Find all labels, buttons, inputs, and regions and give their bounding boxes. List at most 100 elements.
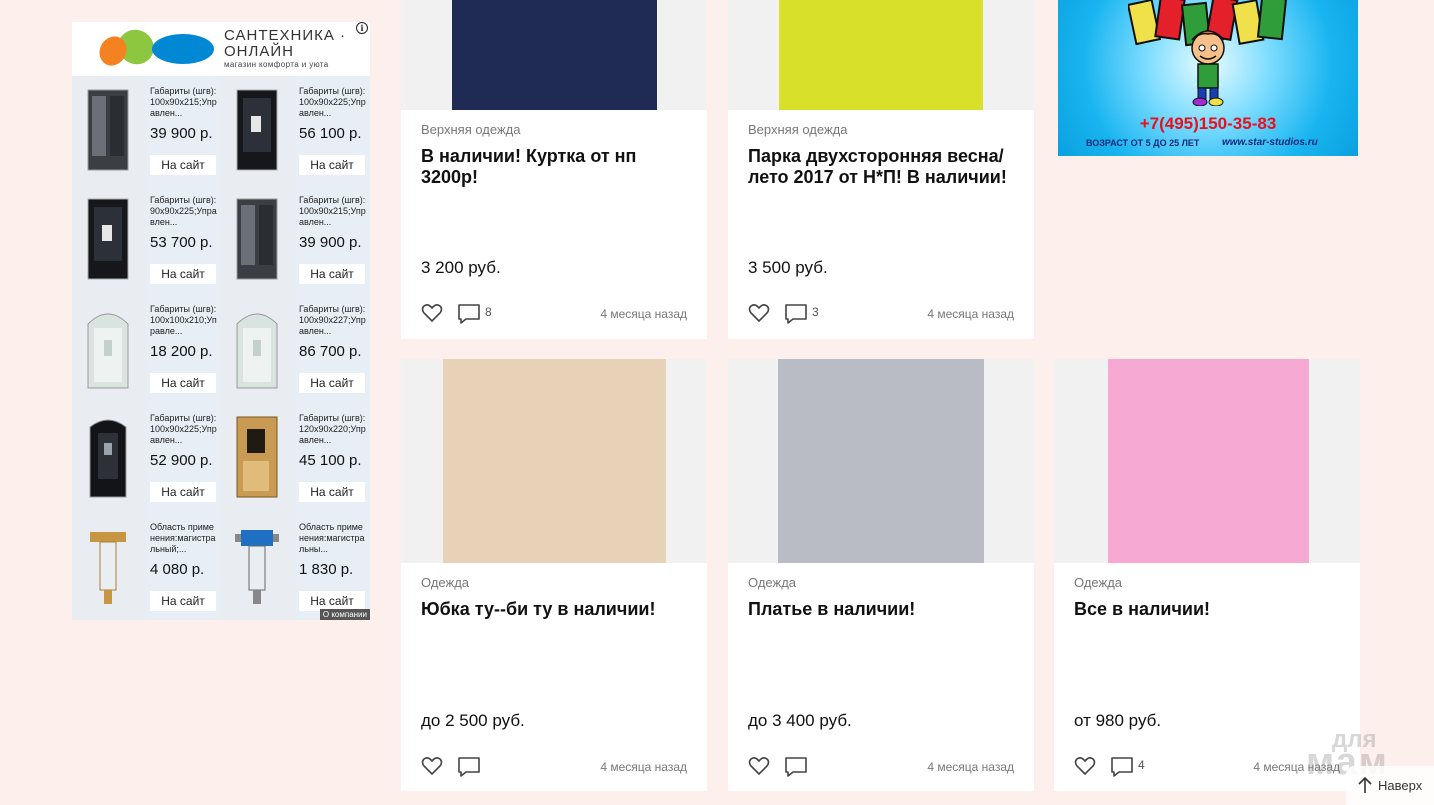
card-image[interactable] — [1054, 359, 1360, 563]
heart-icon[interactable] — [1074, 755, 1096, 777]
card-category[interactable]: Верхняя одежда — [421, 122, 520, 137]
ad-info-icon[interactable]: i — [356, 22, 368, 34]
comment-icon[interactable] — [457, 756, 481, 778]
ad-go-to-site-button[interactable]: На сайт — [150, 591, 216, 611]
ad-product-image[interactable] — [221, 185, 295, 294]
ad-product[interactable]: Габариты (шгв):100x90x215;Управлен... 39 … — [221, 185, 370, 294]
card-title[interactable]: В наличии! Куртка от нп 3200р! — [421, 146, 691, 188]
ad-product-price: 18 200 р. — [150, 343, 213, 360]
ad-product-info: Габариты (шгв):100x90x215;Управлен... 39 … — [146, 76, 221, 185]
listing-card[interactable]: Верхняя одежда В наличии! Куртка от нп 32… — [401, 0, 707, 339]
ad-about-link[interactable]: О компании — [319, 609, 370, 620]
ad-product-image[interactable] — [72, 185, 146, 294]
heart-icon[interactable] — [421, 755, 443, 777]
ad-product-price: 56 100 р. — [299, 125, 362, 142]
ad-product-info: Габариты (шгв):90x90x225;Управлен... 53 7… — [146, 185, 221, 294]
ad-product[interactable]: Габариты (шгв):90x90x225;Управлен... 53 7… — [72, 185, 221, 294]
ad-product[interactable]: Габариты (шгв):120x90x220;Управлен... 45 … — [221, 403, 370, 512]
ad-product-image[interactable] — [72, 512, 146, 620]
shower-black-icon — [236, 89, 278, 171]
card-footer: 4 месяца назад — [748, 755, 1014, 777]
card-category[interactable]: Одежда — [748, 575, 796, 590]
ad-product[interactable]: Габариты (шгв):100x90x227;Управлен... 86 … — [221, 294, 370, 403]
ad-go-to-site-button[interactable]: На сайт — [299, 264, 365, 284]
ad-go-to-site-button[interactable]: На сайт — [299, 373, 365, 393]
comment-icon[interactable] — [1110, 756, 1134, 778]
shower-round-icon — [89, 419, 127, 498]
card-title[interactable]: Платье в наличии! — [748, 599, 1018, 620]
comment-icon[interactable] — [457, 303, 481, 325]
card-title[interactable]: Юбка ту--би ту в наличии! — [421, 599, 691, 620]
ad-product-desc: Область применения:магистральны... — [299, 522, 365, 554]
listing-card[interactable]: Одежда Все в наличии! от 980 руб. 4 4 месяца… — [1054, 359, 1360, 791]
ad-product-image[interactable] — [72, 76, 146, 185]
comment-icon[interactable] — [784, 303, 808, 325]
ad-product[interactable]: Габариты (шгв):100x90x215;Управлен... 39 … — [72, 76, 221, 185]
card-category[interactable]: Одежда — [421, 575, 469, 590]
ad-product-desc: Габариты (шгв):100x90x215;Управлен... — [150, 86, 217, 118]
ad-go-to-site-button[interactable]: На сайт — [299, 482, 365, 502]
heart-icon[interactable] — [421, 302, 443, 324]
ad-row: Габариты (шгв):90x90x225;Управлен... 53 7… — [72, 185, 370, 294]
ad-go-to-site-button[interactable]: На сайт — [299, 591, 365, 611]
card-category[interactable]: Верхняя одежда — [748, 122, 847, 137]
card-price: от 980 руб. — [1074, 711, 1162, 730]
ad-product[interactable]: Габариты (шгв):100x90x225;Управлен... 52 … — [72, 403, 221, 512]
ad-product-image[interactable] — [221, 512, 295, 620]
ad-logo-blue-leaf — [152, 34, 214, 64]
ad-product-image[interactable] — [72, 294, 146, 403]
listing-card[interactable]: Одежда Платье в наличии! до 3 400 руб. 4 ме… — [728, 359, 1034, 791]
ad-product-desc: Габариты (шгв):100x90x215;Управлен... — [299, 195, 366, 227]
listing-card[interactable]: Верхняя одежда Парка двухсторонняя весна/… — [728, 0, 1034, 339]
product-photo — [778, 359, 984, 563]
ad-product-image[interactable] — [221, 76, 295, 185]
ad-product[interactable]: Область применения:магистральны... 1 830 … — [221, 512, 370, 620]
card-image[interactable] — [401, 359, 707, 563]
comment-count: 8 — [485, 305, 492, 319]
ad-product-image[interactable] — [221, 403, 295, 512]
card-title[interactable]: Парка двухсторонняя весна/лето 2017 от Н… — [748, 146, 1018, 188]
card-price: до 3 400 руб. — [748, 711, 852, 730]
cartoon-kid-icon — [1191, 30, 1225, 106]
comment-icon[interactable] — [784, 756, 808, 778]
ad-product-info: Габариты (шгв):100x90x225;Управлен... 56 … — [295, 76, 370, 185]
ad-product[interactable]: Габариты (шгв):100x100x210;Управле... 18 … — [72, 294, 221, 403]
ad-product-image[interactable] — [72, 403, 146, 512]
card-image[interactable] — [401, 0, 707, 110]
ad-go-to-site-button[interactable]: На сайт — [299, 155, 365, 175]
ad-product-image[interactable] — [221, 294, 295, 403]
listing-card[interactable]: Одежда Юбка ту--би ту в наличии! до 2 500 … — [401, 359, 707, 791]
ad-go-to-site-button[interactable]: На сайт — [150, 482, 216, 502]
ad-go-to-site-button[interactable]: На сайт — [150, 264, 216, 284]
shower-dark-icon — [236, 198, 278, 280]
ad-product-info: Область применения:магистральны... 1 830 … — [295, 512, 370, 620]
banner-age: ВОЗРАСТ ОТ 5 ДО 25 ЛЕТ — [1086, 138, 1200, 148]
product-photo — [1108, 359, 1309, 563]
comment-count: 4 — [1138, 758, 1145, 772]
heart-icon[interactable] — [748, 302, 770, 324]
ad-product-desc: Габариты (шгв):100x90x225;Управлен... — [299, 86, 366, 118]
card-image[interactable] — [728, 0, 1034, 110]
comment-count: 3 — [812, 305, 819, 319]
ad-go-to-site-button[interactable]: На сайт — [150, 373, 216, 393]
ad-product[interactable]: Габариты (шгв):100x90x225;Управлен... 56 … — [221, 76, 370, 185]
eralash-banner[interactable]: +7(495)150-35-83 ВОЗРАСТ ОТ 5 ДО 25 ЛЕТ … — [1058, 0, 1358, 156]
ad-product-price: 4 080 р. — [150, 561, 205, 578]
ad-product[interactable]: Область применения:магистральный;... 4 08… — [72, 512, 221, 620]
card-category[interactable]: Одежда — [1074, 575, 1122, 590]
ad-go-to-site-button[interactable]: На сайт — [150, 155, 216, 175]
sidebar-ad[interactable]: САНТЕХНИКА · ОНЛАЙН магазин комфорта и у… — [72, 22, 370, 620]
card-timestamp: 4 месяца назад — [600, 760, 687, 774]
ad-product-info: Габариты (шгв):100x100x210;Управле... 18 … — [146, 294, 221, 403]
banner-phone: +7(495)150-35-83 — [1139, 114, 1277, 133]
ad-product-desc: Габариты (шгв):100x100x210;Управле... — [150, 304, 217, 336]
card-price: до 2 500 руб. — [421, 711, 525, 730]
scroll-to-top-button[interactable]: Наверх — [1346, 766, 1434, 805]
card-footer: 4 4 месяца назад — [1074, 755, 1340, 777]
ad-product-price: 53 700 р. — [150, 234, 213, 251]
card-title[interactable]: Все в наличии! — [1074, 599, 1344, 620]
heart-icon[interactable] — [748, 755, 770, 777]
card-image[interactable] — [728, 359, 1034, 563]
card-timestamp: 4 месяца назад — [927, 760, 1014, 774]
ad-product-price: 52 900 р. — [150, 452, 213, 469]
